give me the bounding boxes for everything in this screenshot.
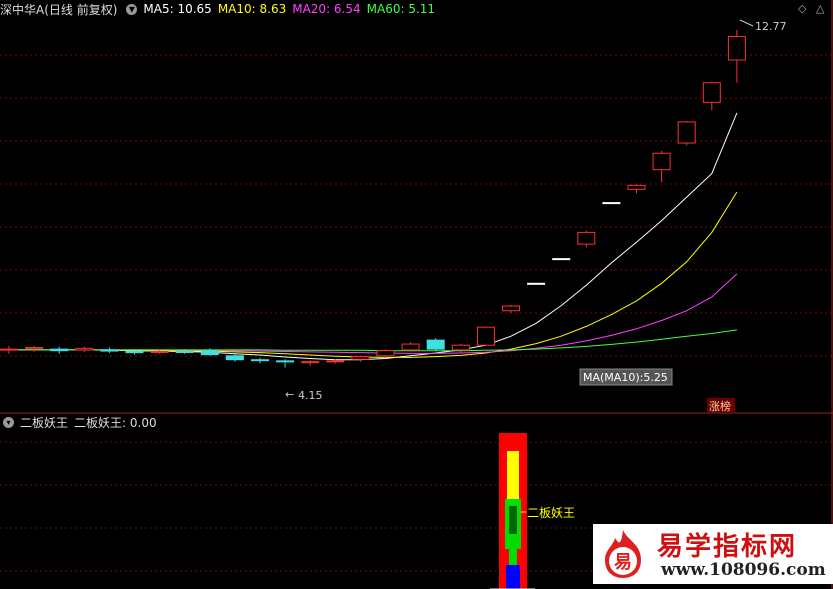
watermark-url: www.108096.com bbox=[661, 560, 826, 580]
candle bbox=[301, 360, 320, 366]
candle-body bbox=[426, 339, 445, 350]
candle-body bbox=[75, 347, 94, 351]
candle bbox=[702, 81, 721, 111]
candle bbox=[652, 150, 671, 183]
zhangting-badge: 涨榜 bbox=[707, 398, 735, 413]
candle-body bbox=[527, 282, 546, 285]
candle bbox=[627, 184, 646, 194]
ma10-value: MA10: 8.63 bbox=[217, 2, 287, 16]
candle-body bbox=[401, 343, 420, 351]
ma-line-ma5 bbox=[9, 112, 738, 361]
grid-lines bbox=[0, 54, 832, 572]
candle-body bbox=[0, 348, 18, 351]
signal-label: 二板妖王 bbox=[527, 506, 575, 520]
svg-text:易: 易 bbox=[614, 552, 632, 573]
candle bbox=[727, 29, 746, 83]
candle-body bbox=[476, 326, 495, 346]
candle-body bbox=[276, 360, 295, 363]
flame-logo-icon: 易 bbox=[605, 530, 641, 578]
indicator-bar-yellow bbox=[507, 451, 519, 499]
candle bbox=[426, 338, 445, 351]
candle bbox=[0, 345, 18, 354]
candle bbox=[351, 355, 370, 362]
candle bbox=[552, 258, 571, 261]
candle bbox=[577, 230, 596, 248]
candle bbox=[75, 346, 94, 352]
low-arrow: ← bbox=[285, 388, 294, 401]
ma60-value: MA60: 5.11 bbox=[366, 2, 436, 16]
indicator-name[interactable]: 二板妖王 bbox=[20, 414, 68, 431]
ma5-value: MA5: 10.65 bbox=[143, 2, 212, 16]
watermark-title: 易学指标网 bbox=[657, 532, 798, 562]
candle bbox=[251, 357, 269, 364]
scroll-up-icon[interactable]: △ bbox=[816, 2, 824, 15]
chevron-down-icon[interactable]: ▾ bbox=[126, 3, 138, 15]
candle bbox=[476, 326, 495, 346]
candle-body bbox=[125, 350, 144, 354]
candle-body bbox=[451, 344, 470, 351]
candle bbox=[677, 120, 696, 146]
candle-body bbox=[25, 347, 44, 350]
candle-body bbox=[602, 202, 621, 205]
candle bbox=[276, 359, 295, 368]
svg-text:涨榜: 涨榜 bbox=[709, 399, 731, 413]
candle bbox=[100, 347, 119, 354]
sub-indicator: 二板妖王 bbox=[490, 433, 575, 589]
candle-body bbox=[627, 184, 646, 190]
ma-line-ma20 bbox=[9, 273, 738, 354]
ma-line-ma60 bbox=[9, 329, 737, 352]
candle bbox=[502, 304, 520, 313]
candle-body bbox=[50, 348, 69, 352]
candle-body bbox=[100, 349, 119, 352]
candle-body bbox=[552, 258, 571, 261]
ma-lines bbox=[9, 112, 738, 361]
low-annotation: ← 4.15 bbox=[285, 388, 323, 402]
high-label: 12.77 bbox=[755, 20, 787, 33]
candle-body bbox=[652, 152, 671, 171]
candle-body bbox=[502, 305, 520, 312]
indicator-bar-lime bbox=[509, 549, 517, 567]
main-header: 深中华A(日线 前复权) ▾ MA5: 10.65 MA10: 8.63 MA2… bbox=[0, 0, 435, 18]
candle-body bbox=[351, 356, 370, 360]
chevron-down-icon[interactable]: ▾ bbox=[3, 416, 14, 428]
candle-body bbox=[150, 350, 169, 353]
candle bbox=[401, 342, 420, 352]
stock-name[interactable]: 深中华A(日线 前复权) bbox=[0, 1, 117, 18]
ma-tooltip: MA(MA10):5.25 bbox=[579, 368, 673, 386]
sub-panel-header: ▾ 二板妖王 二板妖王: 0.00 bbox=[0, 414, 157, 430]
ma-line-ma10 bbox=[9, 191, 738, 358]
candle bbox=[602, 202, 621, 205]
candle bbox=[25, 345, 44, 352]
settings-diamond-icon[interactable]: ◇ bbox=[798, 2, 806, 15]
indicator-bar-green-dark bbox=[509, 506, 517, 534]
candle bbox=[451, 344, 470, 354]
candle bbox=[50, 346, 69, 354]
candle-body bbox=[301, 361, 320, 364]
candle-body bbox=[326, 360, 345, 363]
candle-body bbox=[727, 36, 746, 61]
candle-body bbox=[200, 350, 219, 356]
candle-body bbox=[251, 359, 269, 362]
candle-body bbox=[225, 355, 244, 361]
candles bbox=[0, 29, 746, 368]
low-label: 4.15 bbox=[298, 389, 323, 402]
indicator-bar-blue bbox=[506, 565, 520, 589]
ma20-value: MA20: 6.54 bbox=[292, 2, 361, 16]
candle bbox=[527, 282, 546, 285]
high-annotation: 12.77 bbox=[739, 19, 787, 33]
candle-body bbox=[175, 350, 194, 353]
kline-chart[interactable]: 12.77 ← 4.15 MA(MA10):5.25 涨榜 二板妖王 bbox=[0, 0, 833, 589]
watermark: 易 易学指标网 www.108096.com bbox=[593, 524, 833, 584]
candle-body bbox=[577, 231, 596, 245]
svg-text:MA(MA10):5.25: MA(MA10):5.25 bbox=[583, 371, 668, 384]
candle-body bbox=[376, 350, 395, 357]
indicator-value: 二板妖王: 0.00 bbox=[74, 415, 157, 430]
candle-body bbox=[702, 82, 721, 103]
candle-body bbox=[677, 121, 696, 144]
